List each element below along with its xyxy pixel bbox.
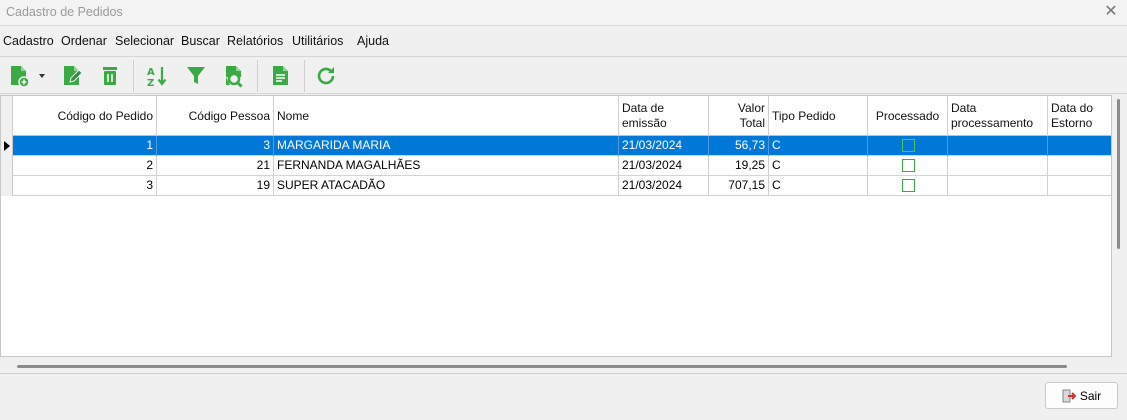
- cell-processado[interactable]: [868, 176, 948, 196]
- exit-button-label: Sair: [1079, 388, 1102, 403]
- menu-selecionar[interactable]: Selecionar: [115, 34, 174, 48]
- cell-data-estorno[interactable]: [1048, 176, 1111, 196]
- title-bar: Cadastro de Pedidos ✕: [0, 0, 1127, 26]
- row-indicator: [1, 156, 13, 176]
- exit-button[interactable]: Sair: [1045, 382, 1118, 409]
- search-document-icon[interactable]: [222, 64, 246, 88]
- row-indicator-header: [1, 96, 13, 136]
- table-row[interactable]: 1 3 MARGARIDA MARIA 21/03/2024 56,73 C: [1, 136, 1111, 156]
- cell-codigo-pedido[interactable]: 3: [13, 176, 157, 196]
- cell-tipo-pedido[interactable]: C: [769, 136, 868, 156]
- toolbar-separator: [257, 60, 258, 92]
- col-codigo-pedido[interactable]: Código do Pedido: [13, 96, 157, 136]
- current-row-arrow-icon: [4, 141, 10, 151]
- menu-ajuda[interactable]: Ajuda: [357, 34, 389, 48]
- grid-header: Código do Pedido Código Pessoa Nome Data…: [1, 96, 1111, 136]
- vertical-scrollbar[interactable]: [1112, 95, 1127, 357]
- menu-ordenar[interactable]: Ordenar: [61, 34, 107, 48]
- exit-door-icon: [1062, 389, 1076, 402]
- toolbar: AZ: [0, 56, 1127, 94]
- row-indicator: [1, 176, 13, 196]
- cell-valor-total[interactable]: 56,73: [709, 136, 769, 156]
- svg-text:Z: Z: [147, 78, 154, 88]
- menu-relatorios[interactable]: Relatórios: [227, 34, 283, 48]
- cell-data-estorno[interactable]: [1048, 136, 1111, 156]
- col-tipo-pedido[interactable]: Tipo Pedido: [769, 96, 868, 136]
- cell-nome[interactable]: SUPER ATACADÃO: [274, 176, 619, 196]
- sort-az-icon[interactable]: AZ: [145, 64, 169, 88]
- menu-utilitarios[interactable]: Utilitários: [292, 34, 343, 48]
- table-row[interactable]: 3 19 SUPER ATACADÃO 21/03/2024 707,15 C: [1, 176, 1111, 196]
- vertical-scroll-thumb[interactable]: [1117, 99, 1120, 249]
- cell-processado[interactable]: [868, 156, 948, 176]
- cell-codigo-pessoa[interactable]: 19: [157, 176, 274, 196]
- cell-processado[interactable]: [868, 136, 948, 156]
- filter-icon[interactable]: [184, 64, 208, 88]
- cell-data-estorno[interactable]: [1048, 156, 1111, 176]
- report-icon[interactable]: [269, 64, 293, 88]
- orders-grid[interactable]: Código do Pedido Código Pessoa Nome Data…: [0, 95, 1112, 357]
- window-title: Cadastro de Pedidos: [6, 5, 123, 19]
- cell-valor-total[interactable]: 707,15: [709, 176, 769, 196]
- col-valor-total[interactable]: Valor Total: [709, 96, 769, 136]
- refresh-icon[interactable]: [314, 64, 338, 88]
- processado-checkbox[interactable]: [902, 179, 915, 192]
- cell-valor-total[interactable]: 19,25: [709, 156, 769, 176]
- cell-codigo-pessoa[interactable]: 21: [157, 156, 274, 176]
- col-nome[interactable]: Nome: [274, 96, 619, 136]
- cell-data-processamento[interactable]: [948, 176, 1048, 196]
- cell-data-processamento[interactable]: [948, 136, 1048, 156]
- edit-icon[interactable]: [60, 64, 84, 88]
- svg-text:A: A: [147, 67, 155, 78]
- cell-data-emissao[interactable]: 21/03/2024: [619, 176, 709, 196]
- cell-data-emissao[interactable]: 21/03/2024: [619, 136, 709, 156]
- toolbar-separator: [133, 60, 134, 92]
- cell-data-emissao[interactable]: 21/03/2024: [619, 156, 709, 176]
- col-data-emissao[interactable]: Data de emissão: [619, 96, 709, 136]
- cell-tipo-pedido[interactable]: C: [769, 156, 868, 176]
- horizontal-scrollbar[interactable]: [0, 357, 1127, 374]
- processado-checkbox[interactable]: [902, 139, 915, 152]
- horizontal-scroll-thumb[interactable]: [17, 365, 1067, 368]
- row-indicator: [1, 136, 13, 156]
- close-icon[interactable]: ✕: [1101, 2, 1121, 22]
- toolbar-separator: [304, 60, 305, 92]
- menu-buscar[interactable]: Buscar: [181, 34, 220, 48]
- footer: Sair: [0, 375, 1127, 420]
- menu-bar: Cadastro Ordenar Selecionar Buscar Relat…: [0, 30, 1127, 52]
- col-data-estorno[interactable]: Data do Estorno: [1048, 96, 1111, 136]
- cell-tipo-pedido[interactable]: C: [769, 176, 868, 196]
- col-processado[interactable]: Processado: [868, 96, 948, 136]
- delete-icon[interactable]: [98, 64, 122, 88]
- new-document-icon[interactable]: [7, 64, 31, 88]
- col-codigo-pessoa[interactable]: Código Pessoa: [157, 96, 274, 136]
- cell-codigo-pedido[interactable]: 2: [13, 156, 157, 176]
- cell-nome[interactable]: MARGARIDA MARIA: [274, 136, 619, 156]
- cell-data-processamento[interactable]: [948, 156, 1048, 176]
- menu-cadastro[interactable]: Cadastro: [3, 34, 54, 48]
- dropdown-arrow-icon[interactable]: [35, 64, 49, 88]
- cell-codigo-pedido[interactable]: 1: [13, 136, 157, 156]
- col-data-processamento[interactable]: Data processamento: [948, 96, 1048, 136]
- cell-nome[interactable]: FERNANDA MAGALHÃES: [274, 156, 619, 176]
- processado-checkbox[interactable]: [902, 159, 915, 172]
- cell-codigo-pessoa[interactable]: 3: [157, 136, 274, 156]
- table-row[interactable]: 2 21 FERNANDA MAGALHÃES 21/03/2024 19,25…: [1, 156, 1111, 176]
